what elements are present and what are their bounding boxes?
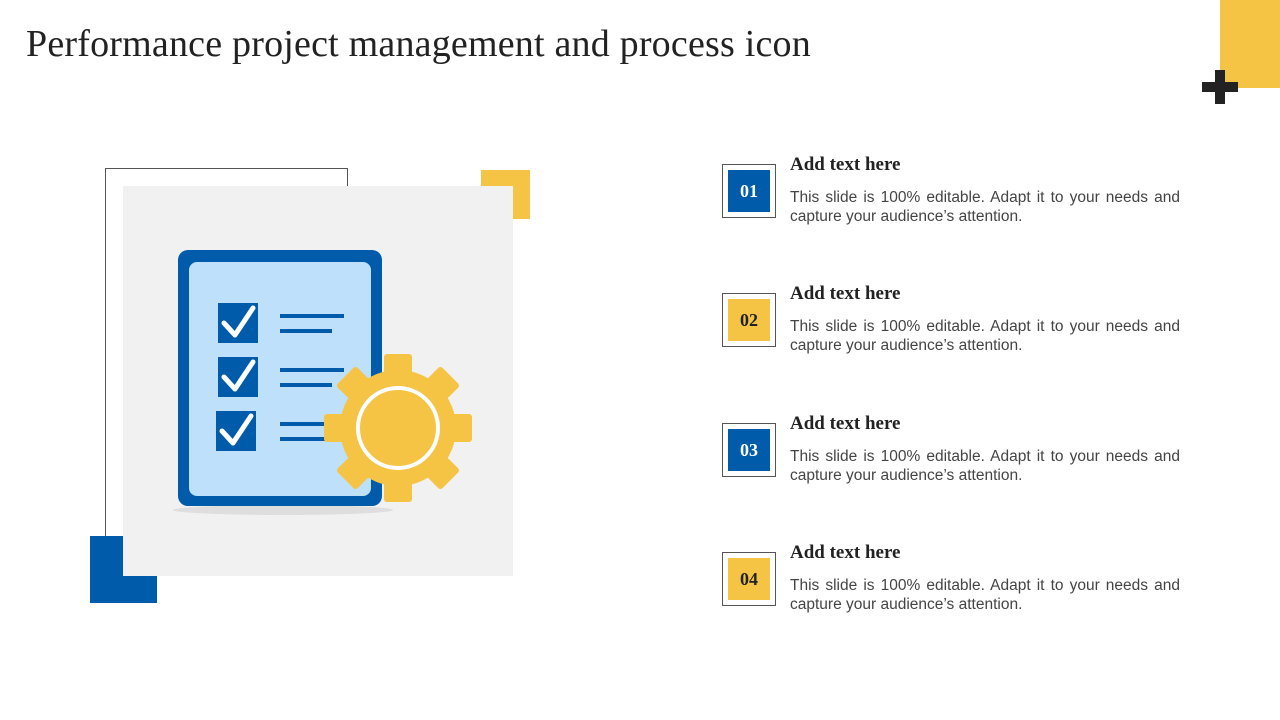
step-description: This slide is 100% editable. Adapt it to…: [790, 318, 1180, 354]
step-description: This slide is 100% editable. Adapt it to…: [790, 189, 1180, 225]
gear-icon: [324, 354, 472, 502]
step-title: Add text here: [790, 154, 901, 175]
checkmark-icon: [218, 357, 258, 397]
checkmark-icon: [216, 411, 256, 451]
plus-icon: [1202, 70, 1238, 106]
step-item-2: 02 Add text here This slide is 100% edit…: [722, 283, 1192, 383]
step-number-box: 02: [722, 293, 776, 347]
step-number: 03: [728, 429, 770, 471]
step-description: This slide is 100% editable. Adapt it to…: [790, 577, 1180, 613]
step-item-4: 04 Add text here This slide is 100% edit…: [722, 542, 1192, 642]
step-number-box: 01: [722, 164, 776, 218]
checkmark-icon: [218, 303, 258, 343]
step-title: Add text here: [790, 542, 901, 563]
step-number-box: 04: [722, 552, 776, 606]
step-number: 04: [728, 558, 770, 600]
step-number: 02: [728, 299, 770, 341]
step-number-box: 03: [722, 423, 776, 477]
step-item-1: 01 Add text here This slide is 100% edit…: [722, 154, 1192, 254]
slide-title: Performance project management and proce…: [26, 23, 811, 65]
checklist-gear-illustration: [173, 250, 472, 515]
step-number: 01: [728, 170, 770, 212]
step-title: Add text here: [790, 283, 901, 304]
step-title: Add text here: [790, 413, 901, 434]
step-description: This slide is 100% editable. Adapt it to…: [790, 448, 1180, 484]
step-item-3: 03 Add text here This slide is 100% edit…: [722, 413, 1192, 513]
